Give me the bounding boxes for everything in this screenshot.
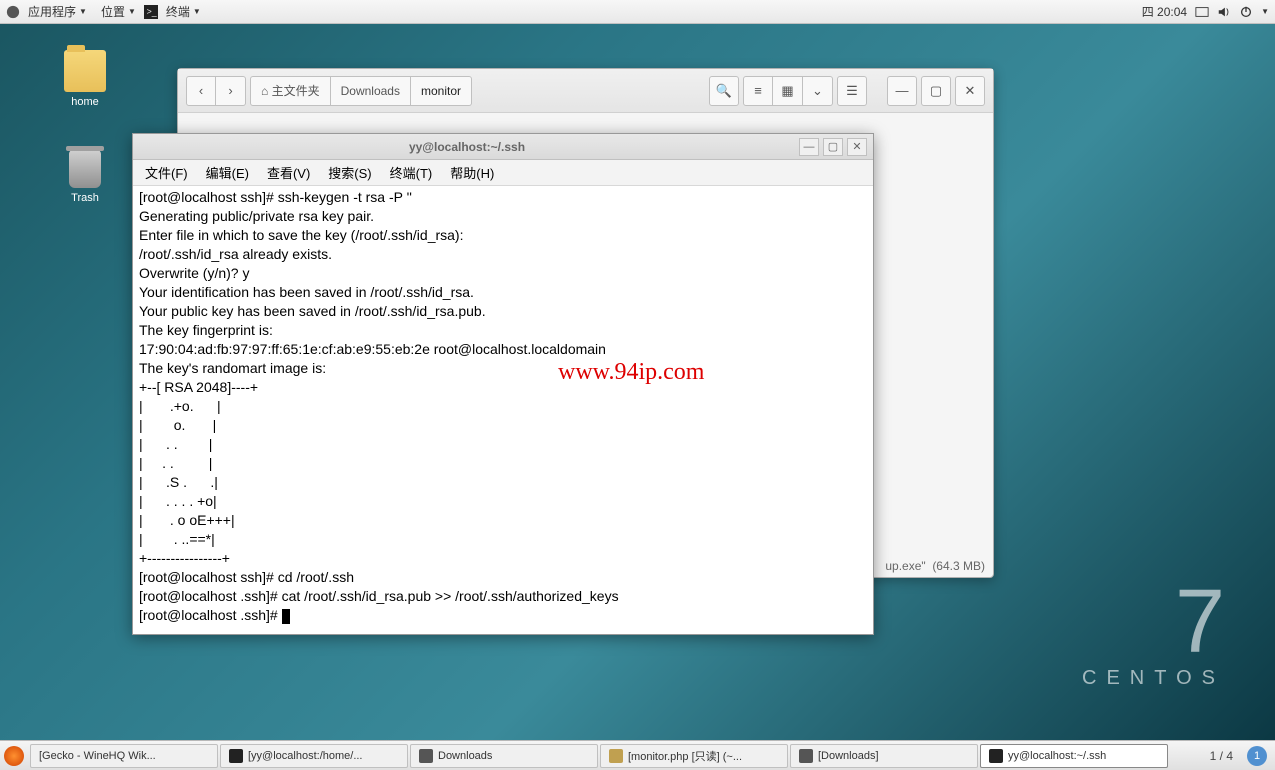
taskbar-item-downloads2[interactable]: [Downloads] [790,744,978,768]
terminal-window[interactable]: yy@localhost:~/.ssh — ▢ ✕ 文件(F) 编辑(E) 查看… [132,133,874,635]
menu-edit[interactable]: 编辑(E) [198,161,257,184]
back-button[interactable]: ‹ [186,76,216,106]
menu-terminal[interactable]: 终端(T) [382,161,441,184]
search-button[interactable]: 🔍 [709,76,739,106]
desktop-icon-label: Trash [50,192,120,204]
taskbar-item-terminal1[interactable]: [yy@localhost:/home/... [220,744,408,768]
grid-view-icon: ▦ [781,83,793,99]
minimize-button[interactable]: — [887,76,917,106]
terminal-menu[interactable]: 终端 ▼ [160,1,207,22]
system-menu-arrow[interactable]: ▼ [1261,7,1269,16]
clock[interactable]: 四 20:04 [1142,3,1187,20]
crumb-downloads[interactable]: Downloads [331,76,411,106]
list-view-button[interactable]: ≡ [743,76,773,106]
desktop-icon-label: home [50,96,120,108]
taskbar-item-downloads[interactable]: Downloads [410,744,598,768]
keyboard-indicator-icon[interactable] [1195,5,1209,19]
desktop-trash-icon[interactable]: Trash [50,150,120,204]
view-options-button[interactable]: ⌄ [803,76,833,106]
close-button[interactable]: ✕ [955,76,985,106]
terminal-menubar: 文件(F) 编辑(E) 查看(V) 搜索(S) 终端(T) 帮助(H) [133,160,873,186]
folder-icon [799,749,813,763]
terminal-icon [229,749,243,763]
firefox-launcher-icon[interactable] [4,746,24,766]
forward-button[interactable]: › [216,76,246,106]
trash-icon [69,150,101,188]
taskbar-item-terminal-active[interactable]: yy@localhost:~/.ssh [980,744,1168,768]
file-manager-toolbar: ‹ › ⌂ 主文件夹 Downloads monitor 🔍 ≡ ▦ ⌄ ☰ —… [178,69,993,113]
folder-icon [64,50,106,92]
file-manager-status: up.exe" (64.3 MB) [885,559,985,573]
minimize-button[interactable]: — [799,138,819,156]
gnome-logo-icon [6,5,20,19]
terminal-icon [989,749,1003,763]
terminal-cursor [282,609,290,624]
terminal-app-icon[interactable]: >_ [144,5,158,19]
watermark: www.94ip.com [558,359,704,386]
list-view-icon: ≡ [754,83,762,98]
notification-badge[interactable]: 1 [1247,746,1267,766]
editor-icon [609,749,623,763]
menu-button[interactable]: ☰ [837,76,867,106]
centos-branding: 7 CENTOS [1082,577,1225,690]
taskbar-item-firefox[interactable]: [Gecko - WineHQ Wik... [30,744,218,768]
terminal-titlebar[interactable]: yy@localhost:~/.ssh — ▢ ✕ [133,134,873,160]
svg-text:>_: >_ [147,6,157,16]
menu-help[interactable]: 帮助(H) [442,161,502,184]
close-button[interactable]: ✕ [847,138,867,156]
maximize-button[interactable]: ▢ [823,138,843,156]
maximize-button[interactable]: ▢ [921,76,951,106]
top-panel: 应用程序 ▼ 位置 ▼ >_ 终端 ▼ 四 20:04 ▼ [0,0,1275,24]
breadcrumb: ⌂ 主文件夹 Downloads monitor [250,76,472,106]
taskbar: [Gecko - WineHQ Wik... [yy@localhost:/ho… [0,740,1275,770]
taskbar-item-editor[interactable]: [monitor.php [只读] (~... [600,744,788,768]
terminal-title: yy@localhost:~/.ssh [409,140,525,154]
folder-icon [419,749,433,763]
volume-icon[interactable] [1217,5,1231,19]
places-menu[interactable]: 位置 ▼ [95,1,142,22]
menu-view[interactable]: 查看(V) [259,161,318,184]
crumb-home[interactable]: ⌂ 主文件夹 [250,76,331,106]
crumb-monitor[interactable]: monitor [411,76,472,106]
menu-file[interactable]: 文件(F) [137,161,196,184]
search-icon: 🔍 [716,83,732,99]
terminal-output[interactable]: [root@localhost ssh]# ssh-keygen -t rsa … [133,186,873,634]
power-icon[interactable] [1239,5,1253,19]
desktop-home-icon[interactable]: home [50,50,120,108]
applications-menu[interactable]: 应用程序 ▼ [22,1,93,22]
hamburger-icon: ☰ [846,83,858,99]
grid-view-button[interactable]: ▦ [773,76,803,106]
workspace-indicator[interactable]: 1 / 4 [1202,749,1241,763]
home-icon: ⌂ [261,84,268,98]
menu-search[interactable]: 搜索(S) [320,161,379,184]
chevron-down-icon: ⌄ [812,83,823,99]
